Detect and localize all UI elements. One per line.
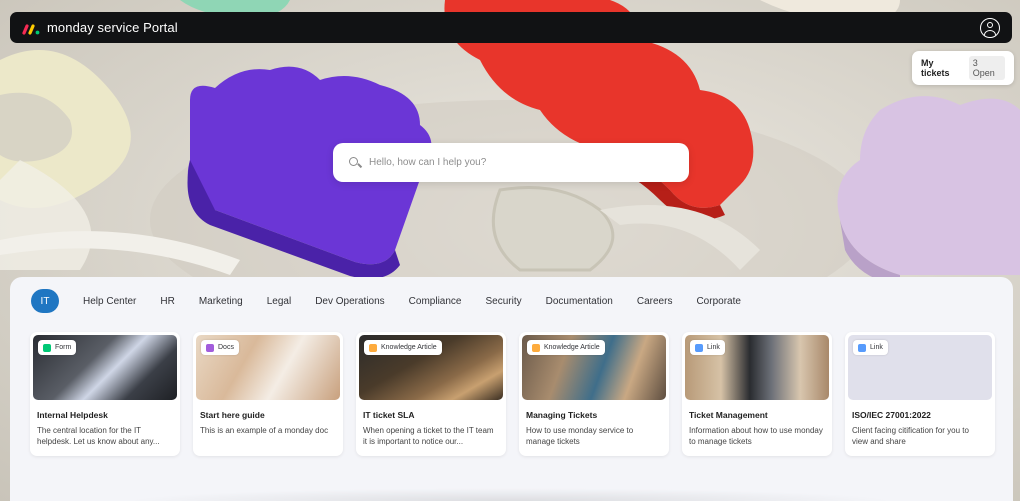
user-avatar-icon[interactable] (980, 17, 1000, 38)
top-navigation-bar: monday service Portal (10, 12, 1012, 43)
card-managing-tickets[interactable]: Knowledge Article Managing Tickets How t… (519, 332, 669, 456)
card-title: Managing Tickets (526, 410, 598, 420)
my-tickets-label: My tickets (921, 58, 950, 78)
category-panel: IT Help Center HR Marketing Legal Dev Op… (10, 277, 1013, 501)
card-description: When opening a ticket to the IT team it … (363, 426, 494, 446)
portal-logo[interactable]: monday service Portal (22, 20, 178, 35)
monday-logo-icon (22, 22, 40, 35)
card-thumbnail: Link (848, 335, 992, 400)
form-icon (43, 343, 51, 352)
card-it-ticket-sla[interactable]: Knowledge Article IT ticket SLA When ope… (356, 332, 506, 456)
badge-label: Link (707, 344, 720, 351)
link-icon (695, 343, 703, 352)
badge-label: Form (55, 344, 72, 351)
card-type-badge: Knowledge Article (364, 340, 442, 355)
tab-corporate[interactable]: Corporate (684, 289, 752, 313)
card-thumbnail: Link (685, 335, 829, 400)
card-type-badge: Form (38, 340, 77, 355)
card-type-badge: Link (690, 340, 725, 355)
tab-dev-operations[interactable]: Dev Operations (303, 289, 396, 313)
tab-documentation[interactable]: Documentation (534, 289, 625, 313)
card-thumbnail: Knowledge Article (522, 335, 666, 400)
card-description: Client facing citification for you to vi… (852, 426, 969, 446)
tab-careers[interactable]: Careers (625, 289, 685, 313)
tab-compliance[interactable]: Compliance (397, 289, 474, 313)
open-tickets-count: 3 Open (968, 56, 1005, 80)
category-tabs: IT Help Center HR Marketing Legal Dev Op… (31, 289, 753, 313)
article-icon (369, 343, 377, 352)
card-type-badge: Docs (201, 340, 239, 355)
card-thumbnail: Form (33, 335, 177, 400)
article-icon (532, 343, 540, 352)
card-description: Information about how to use monday to m… (689, 426, 823, 446)
bottom-shadow (120, 488, 900, 501)
tab-legal[interactable]: Legal (255, 289, 303, 313)
card-iso-iec-27001[interactable]: Link ISO/IEC 27001:2022 Client facing ci… (845, 332, 995, 456)
badge-label: Link (870, 344, 883, 351)
card-description: How to use monday service to manage tick… (526, 426, 634, 446)
card-description: The central location for the IT helpdesk… (37, 426, 160, 446)
resource-cards: Form Internal Helpdesk The central locat… (30, 332, 995, 456)
link-icon (858, 343, 866, 352)
tab-security[interactable]: Security (473, 289, 533, 313)
tab-help-center[interactable]: Help Center (71, 289, 148, 313)
card-thumbnail: Docs (196, 335, 340, 400)
docs-icon (206, 343, 214, 352)
tab-marketing[interactable]: Marketing (187, 289, 255, 313)
card-title: ISO/IEC 27001:2022 (852, 410, 931, 420)
my-tickets-button[interactable]: My tickets 3 Open (912, 51, 1014, 85)
card-type-badge: Link (853, 340, 888, 355)
badge-label: Knowledge Article (544, 344, 600, 351)
card-description: This is an example of a monday doc (200, 426, 329, 435)
card-title: Ticket Management (689, 410, 768, 420)
card-ticket-management[interactable]: Link Ticket Management Information about… (682, 332, 832, 456)
search-input[interactable] (369, 157, 673, 168)
card-title: Internal Helpdesk (37, 410, 108, 420)
card-title: IT ticket SLA (363, 410, 415, 420)
badge-label: Knowledge Article (381, 344, 437, 351)
card-thumbnail: Knowledge Article (359, 335, 503, 400)
card-internal-helpdesk[interactable]: Form Internal Helpdesk The central locat… (30, 332, 180, 456)
tab-it[interactable]: IT (31, 289, 59, 313)
badge-label: Docs (218, 344, 234, 351)
card-start-here-guide[interactable]: Docs Start here guide This is an example… (193, 332, 343, 456)
card-type-badge: Knowledge Article (527, 340, 605, 355)
search-bar[interactable] (333, 143, 689, 182)
tab-hr[interactable]: HR (148, 289, 186, 313)
card-title: Start here guide (200, 410, 265, 420)
search-icon (349, 156, 362, 169)
app-title: monday service Portal (47, 20, 178, 35)
